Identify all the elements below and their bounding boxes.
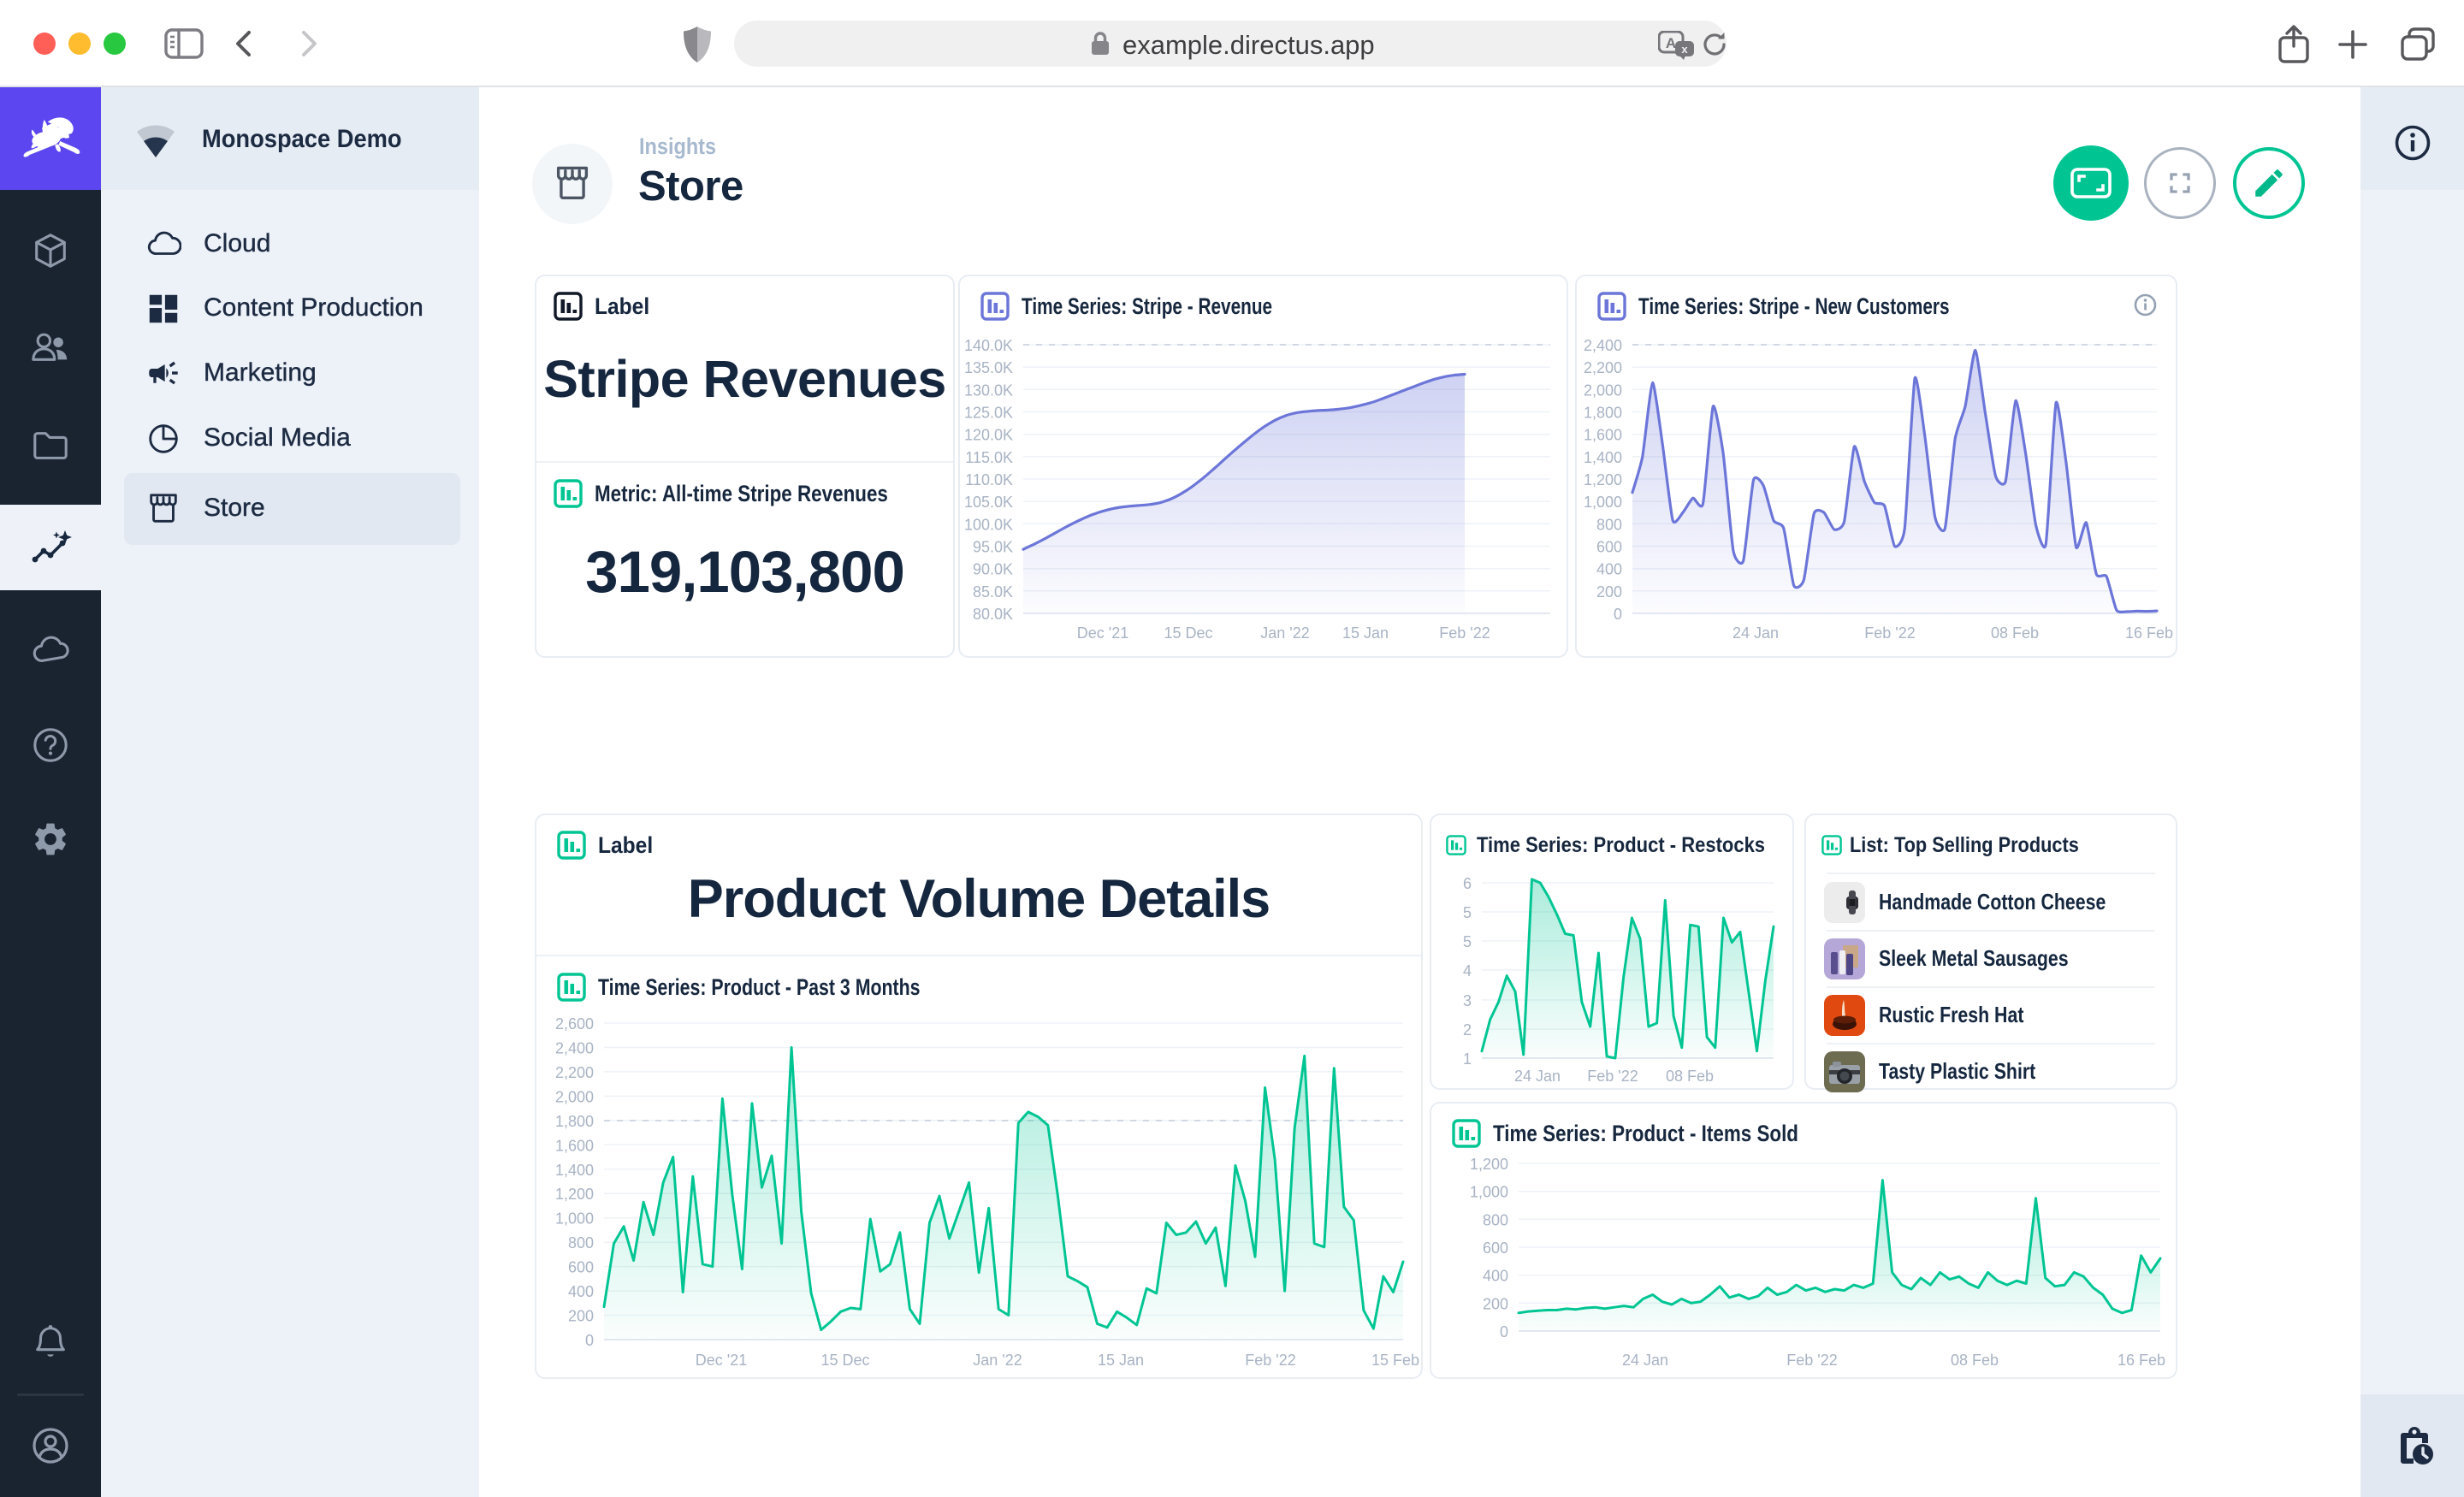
svg-text:100.0K: 100.0K — [964, 516, 1013, 533]
svg-text:08 Feb: 08 Feb — [1991, 624, 2039, 642]
svg-text:1,000: 1,000 — [555, 1210, 594, 1228]
svg-text:800: 800 — [568, 1234, 594, 1251]
svg-text:140.0K: 140.0K — [964, 337, 1013, 354]
svg-text:2,400: 2,400 — [555, 1040, 594, 1057]
svg-text:1,400: 1,400 — [1584, 449, 1622, 466]
svg-text:135.0K: 135.0K — [964, 359, 1013, 376]
svg-text:400: 400 — [568, 1283, 594, 1300]
svg-text:85.0K: 85.0K — [973, 583, 1013, 601]
svg-text:08 Feb: 08 Feb — [1666, 1068, 1714, 1085]
svg-text:24 Jan: 24 Jan — [1514, 1068, 1561, 1085]
svg-text:200: 200 — [1596, 583, 1622, 601]
svg-text:200: 200 — [568, 1308, 594, 1325]
svg-text:2,600: 2,600 — [555, 1015, 594, 1033]
svg-text:800: 800 — [1596, 516, 1622, 533]
svg-text:Feb '22: Feb '22 — [1786, 1352, 1837, 1369]
svg-text:1,800: 1,800 — [1584, 405, 1622, 422]
svg-text:1,600: 1,600 — [1584, 427, 1622, 444]
svg-text:125.0K: 125.0K — [964, 405, 1013, 422]
svg-text:1,600: 1,600 — [555, 1137, 594, 1154]
svg-text:15 Dec: 15 Dec — [1164, 624, 1212, 642]
svg-text:130.0K: 130.0K — [964, 382, 1013, 399]
svg-text:105.0K: 105.0K — [964, 494, 1013, 511]
svg-text:08 Feb: 08 Feb — [1951, 1352, 1999, 1369]
svg-text:2,200: 2,200 — [555, 1064, 594, 1081]
svg-text:800: 800 — [1483, 1211, 1508, 1228]
svg-text:24 Jan: 24 Jan — [1732, 624, 1779, 642]
svg-text:0: 0 — [585, 1332, 594, 1349]
svg-text:200: 200 — [1483, 1295, 1508, 1312]
svg-text:15 Feb: 15 Feb — [1371, 1352, 1419, 1369]
svg-text:Feb '22: Feb '22 — [1864, 624, 1915, 642]
svg-text:115.0K: 115.0K — [965, 449, 1013, 466]
svg-text:1: 1 — [1463, 1050, 1472, 1068]
svg-text:400: 400 — [1483, 1268, 1508, 1285]
svg-text:x: x — [1681, 43, 1688, 56]
svg-text:Dec '21: Dec '21 — [696, 1352, 747, 1369]
svg-text:Dec '21: Dec '21 — [1077, 624, 1128, 642]
svg-text:1,200: 1,200 — [555, 1186, 594, 1203]
svg-text:0: 0 — [1500, 1323, 1508, 1340]
svg-text:Feb '22: Feb '22 — [1439, 624, 1490, 642]
svg-text:2,400: 2,400 — [1584, 337, 1622, 354]
svg-text:1,400: 1,400 — [555, 1162, 594, 1179]
svg-text:600: 600 — [1596, 539, 1622, 556]
svg-text:Feb '22: Feb '22 — [1245, 1352, 1295, 1369]
svg-text:1,200: 1,200 — [1470, 1156, 1508, 1173]
svg-text:1,800: 1,800 — [555, 1113, 594, 1130]
svg-text:3: 3 — [1463, 992, 1472, 1009]
svg-text:4: 4 — [1463, 962, 1472, 979]
svg-text:Jan '22: Jan '22 — [973, 1352, 1022, 1369]
svg-text:A: A — [1666, 35, 1676, 51]
svg-text:15 Jan: 15 Jan — [1098, 1352, 1144, 1369]
svg-text:0: 0 — [1614, 606, 1622, 623]
svg-text:16 Feb: 16 Feb — [2125, 624, 2173, 642]
svg-text:Jan '22: Jan '22 — [1260, 624, 1309, 642]
svg-text:80.0K: 80.0K — [973, 606, 1013, 623]
svg-text:16 Feb: 16 Feb — [2118, 1352, 2165, 1369]
svg-text:5: 5 — [1463, 933, 1472, 950]
svg-text:24 Jan: 24 Jan — [1622, 1352, 1668, 1369]
svg-text:1,000: 1,000 — [1584, 494, 1622, 511]
svg-text:15 Dec: 15 Dec — [820, 1352, 869, 1369]
svg-text:120.0K: 120.0K — [964, 427, 1013, 444]
svg-text:95.0K: 95.0K — [973, 539, 1013, 556]
svg-text:Feb '22: Feb '22 — [1587, 1068, 1638, 1085]
svg-text:110.0K: 110.0K — [965, 471, 1013, 488]
svg-text:90.0K: 90.0K — [973, 561, 1013, 578]
svg-text:15 Jan: 15 Jan — [1342, 624, 1389, 642]
svg-text:400: 400 — [1596, 561, 1622, 578]
svg-text:2,200: 2,200 — [1584, 359, 1622, 376]
svg-text:2: 2 — [1463, 1021, 1472, 1038]
svg-text:2,000: 2,000 — [555, 1088, 594, 1105]
svg-text:5: 5 — [1463, 904, 1472, 921]
svg-text:1,000: 1,000 — [1470, 1184, 1508, 1201]
svg-text:1,200: 1,200 — [1584, 471, 1622, 488]
svg-text:2,000: 2,000 — [1584, 382, 1622, 399]
svg-text:6: 6 — [1463, 875, 1472, 892]
svg-text:600: 600 — [568, 1259, 594, 1276]
svg-text:600: 600 — [1483, 1240, 1508, 1257]
